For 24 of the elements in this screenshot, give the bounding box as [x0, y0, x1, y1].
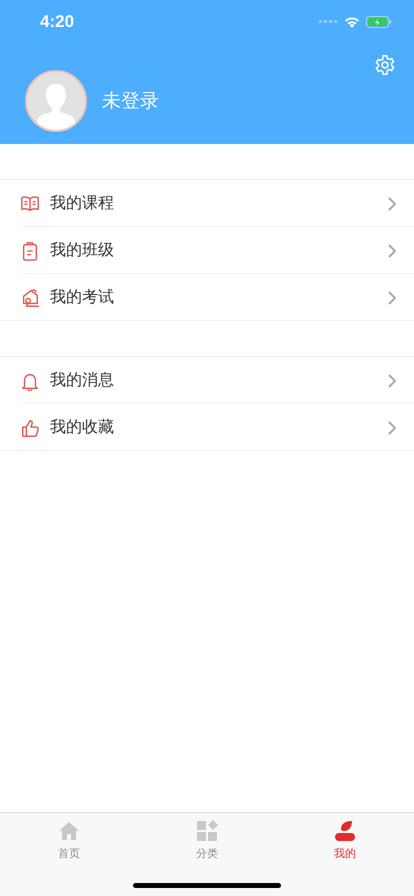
chevron-right-icon: [388, 244, 396, 258]
menu-item[interactable]: 我的课程: [0, 180, 414, 227]
chevron-right-icon: [388, 290, 396, 304]
battery-icon: [366, 16, 392, 28]
bell-icon: [20, 370, 40, 390]
status-time: 4:20: [40, 12, 74, 32]
grid-icon: [195, 819, 219, 843]
tab[interactable]: 我的: [305, 819, 385, 861]
clipboard-icon: [20, 240, 40, 260]
home-icon: [57, 819, 81, 843]
settings-icon[interactable]: [374, 54, 396, 76]
chevron-right-icon: [388, 420, 396, 434]
chevron-right-icon: [388, 196, 396, 210]
menu-item[interactable]: 我的收藏: [0, 404, 414, 451]
menu-item[interactable]: 我的考试: [0, 274, 414, 321]
chevron-right-icon: [388, 374, 396, 388]
person-icon: [333, 819, 357, 843]
signal-icon: [319, 20, 338, 24]
menu-item[interactable]: 我的消息: [0, 357, 414, 404]
thumbs-up-icon: [20, 418, 40, 438]
book-icon: [20, 194, 40, 214]
house-icon: [20, 288, 40, 308]
wifi-icon: [344, 16, 360, 28]
menu-item[interactable]: 我的班级: [0, 227, 414, 274]
